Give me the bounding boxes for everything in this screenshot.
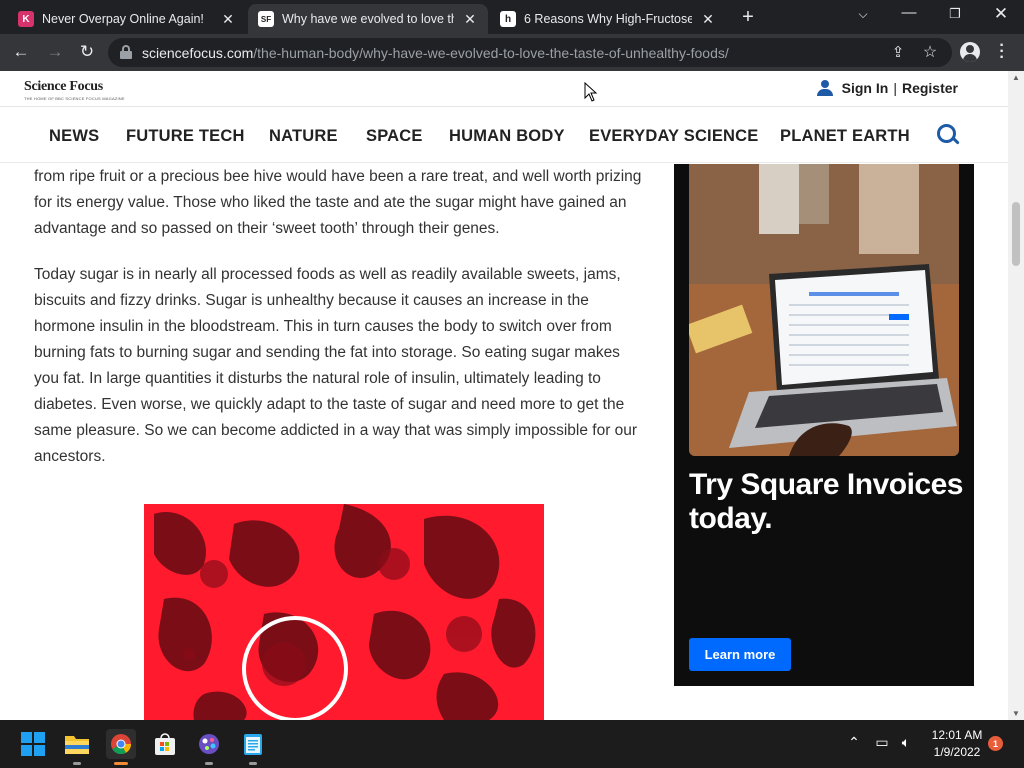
show-hidden-icons-chevron-icon[interactable]: ⌃ bbox=[844, 734, 864, 751]
ad-headline: Try Square Invoices today. bbox=[689, 468, 963, 535]
tab-title: 6 Reasons Why High-Fructose Co bbox=[524, 12, 692, 26]
tab-title: Never Overpay Online Again! bbox=[42, 12, 204, 26]
nav-item-space[interactable]: SPACE bbox=[366, 127, 423, 146]
tab-fructose[interactable]: h 6 Reasons Why High-Fructose Co ✕ bbox=[490, 4, 726, 34]
main-navigation: NEWS FUTURE TECH NATURE SPACE HUMAN BODY… bbox=[0, 107, 1008, 163]
tab-active-article[interactable]: SF Why have we evolved to love the ✕ bbox=[248, 4, 488, 34]
paint-palette-icon bbox=[199, 734, 219, 754]
folder-icon bbox=[65, 736, 89, 754]
window-close-icon[interactable]: ✕ bbox=[986, 4, 1016, 24]
page-scrollbar[interactable]: ▲ ▼ bbox=[1008, 71, 1024, 720]
scroll-up-arrow-icon[interactable]: ▲ bbox=[1008, 73, 1024, 82]
system-clock[interactable]: 12:01 AM 1/9/2022 bbox=[924, 727, 990, 761]
nav-item-nature[interactable]: NATURE bbox=[269, 127, 338, 146]
windows-taskbar: ⌃ ▭ 🔈︎ 12:01 AM 1/9/2022 1 bbox=[0, 720, 1024, 768]
nav-item-planet-earth[interactable]: PLANET EARTH bbox=[780, 127, 910, 146]
back-arrow-icon[interactable]: ← bbox=[10, 42, 32, 62]
tab-favicon-icon: K bbox=[18, 11, 34, 27]
taskbar-app-palette[interactable] bbox=[194, 729, 224, 765]
article-image-red-cells bbox=[144, 504, 544, 720]
tab-favicon-icon: h bbox=[500, 11, 516, 27]
clock-date: 1/9/2022 bbox=[933, 745, 981, 759]
new-tab-icon[interactable]: + bbox=[738, 6, 758, 29]
address-bar[interactable]: sciencefocus.com/the-human-body/why-have… bbox=[108, 38, 952, 67]
site-logo-text: Science Focus bbox=[24, 79, 103, 94]
tab-favicon-icon: SF bbox=[258, 11, 274, 27]
share-icon[interactable]: ⇪ bbox=[888, 43, 908, 61]
reload-icon[interactable]: ↻ bbox=[76, 42, 98, 62]
nav-item-news[interactable]: NEWS bbox=[49, 127, 99, 146]
bookmark-star-icon[interactable]: ☆ bbox=[920, 42, 940, 62]
url-path: /the-human-body/why-have-we-evolved-to-l… bbox=[253, 44, 729, 61]
minimize-icon[interactable]: — bbox=[894, 4, 924, 21]
scroll-down-arrow-icon[interactable]: ▼ bbox=[1008, 709, 1024, 718]
article-body: from ripe fruit or a precious bee hive w… bbox=[34, 164, 646, 490]
lock-icon bbox=[120, 45, 132, 59]
article-paragraph: from ripe fruit or a precious bee hive w… bbox=[34, 168, 642, 237]
chrome-icon bbox=[111, 734, 132, 755]
url-host: sciencefocus.com bbox=[142, 44, 254, 61]
account-links: Sign In | Register bbox=[816, 80, 958, 96]
account-separator: | bbox=[893, 80, 897, 96]
tab-close-icon[interactable]: ✕ bbox=[462, 11, 478, 28]
nav-item-human-body[interactable]: HUMAN BODY bbox=[449, 127, 565, 146]
scrollbar-thumb[interactable] bbox=[1012, 202, 1020, 266]
taskbar-file-explorer[interactable] bbox=[62, 729, 92, 765]
tab-never-overpay[interactable]: K Never Overpay Online Again! ✕ bbox=[8, 4, 246, 34]
user-icon bbox=[816, 80, 834, 96]
tab-strip: K Never Overpay Online Again! ✕ SF Why h… bbox=[0, 0, 1024, 34]
web-page: Science Focus THE HOME OF BBC SCIENCE FO… bbox=[0, 71, 1008, 720]
notepad-icon bbox=[244, 734, 262, 755]
tab-search-chevron-icon[interactable]: ⌵ bbox=[848, 7, 878, 22]
sign-in-link[interactable]: Sign In bbox=[842, 80, 889, 96]
taskbar-microsoft-store[interactable] bbox=[150, 729, 180, 759]
ad-laptop-photo bbox=[689, 164, 959, 456]
network-icon[interactable]: ▭ bbox=[872, 734, 892, 751]
taskbar-notepad[interactable] bbox=[238, 729, 268, 765]
tab-title: Why have we evolved to love the bbox=[282, 12, 454, 26]
nav-item-future-tech[interactable]: FUTURE TECH bbox=[126, 127, 245, 146]
clock-time: 12:01 AM bbox=[931, 728, 983, 742]
start-button[interactable] bbox=[18, 729, 48, 759]
tab-close-icon[interactable]: ✕ bbox=[220, 11, 236, 28]
volume-icon[interactable]: 🔈︎ bbox=[896, 734, 916, 751]
menu-kebab-icon[interactable]: · · · bbox=[994, 38, 1010, 66]
square-invoices-ad[interactable]: Try Square Invoices today. Learn more bbox=[674, 164, 974, 686]
register-link[interactable]: Register bbox=[902, 80, 958, 96]
browser-toolbar: ← → ↻ sciencefocus.com/the-human-body/wh… bbox=[0, 34, 1024, 71]
nav-item-everyday-science[interactable]: EVERYDAY SCIENCE bbox=[589, 127, 758, 146]
article-paragraph: Today sugar is in nearly all processed f… bbox=[34, 266, 638, 465]
notification-badge[interactable]: 1 bbox=[988, 736, 1003, 751]
ad-learn-more-button[interactable]: Learn more bbox=[689, 638, 791, 671]
forward-arrow-icon[interactable]: → bbox=[44, 42, 66, 62]
restore-icon[interactable]: ❐ bbox=[940, 6, 970, 22]
taskbar-chrome[interactable] bbox=[106, 729, 136, 765]
windows-logo-icon bbox=[21, 732, 45, 756]
search-icon[interactable] bbox=[937, 124, 959, 146]
store-icon bbox=[155, 733, 175, 755]
site-logo-tagline: THE HOME OF BBC SCIENCE FOCUS MAGAZINE bbox=[24, 96, 125, 101]
site-logo[interactable]: Science Focus THE HOME OF BBC SCIENCE FO… bbox=[24, 79, 125, 101]
mouse-cursor-icon bbox=[584, 82, 598, 102]
profile-avatar-icon[interactable] bbox=[960, 42, 980, 62]
tab-close-icon[interactable]: ✕ bbox=[700, 11, 716, 28]
